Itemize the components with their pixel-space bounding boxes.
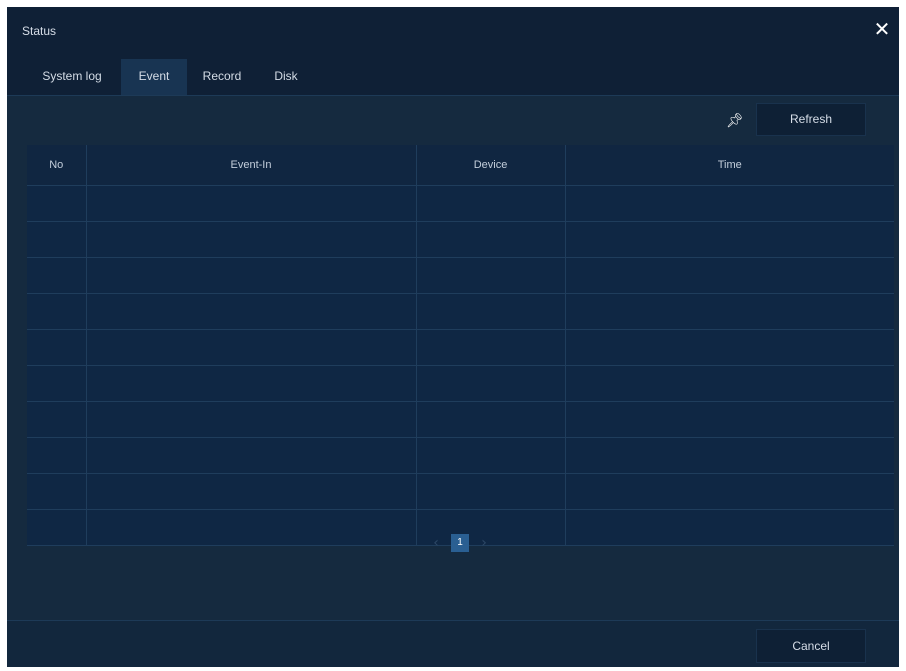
table-row[interactable] bbox=[27, 185, 894, 222]
table-cell bbox=[27, 257, 87, 294]
cancel-button[interactable]: Cancel bbox=[756, 629, 866, 663]
table-cell bbox=[27, 365, 87, 402]
table-cell bbox=[86, 437, 417, 474]
event-table: No Event-In Device Time bbox=[27, 145, 894, 546]
table-cell bbox=[565, 293, 894, 330]
table-cell bbox=[416, 221, 566, 258]
table-row[interactable] bbox=[27, 365, 894, 402]
chevron-left-icon[interactable]: ‹ bbox=[429, 532, 443, 554]
table-cell bbox=[416, 401, 566, 438]
table-cell bbox=[27, 473, 87, 510]
table-cell bbox=[565, 401, 894, 438]
table-cell bbox=[565, 257, 894, 294]
table-cell bbox=[565, 365, 894, 402]
table-row[interactable] bbox=[27, 293, 894, 330]
page-number[interactable]: 1 bbox=[451, 534, 469, 552]
table-cell bbox=[565, 221, 894, 258]
table-cell bbox=[416, 365, 566, 402]
table-row[interactable] bbox=[27, 401, 894, 438]
table-cell bbox=[86, 185, 417, 222]
table-cell bbox=[416, 185, 566, 222]
refresh-button[interactable]: Refresh bbox=[756, 103, 866, 136]
table-cell bbox=[86, 401, 417, 438]
table-cell bbox=[86, 293, 417, 330]
table-cell bbox=[565, 329, 894, 366]
table-cell bbox=[86, 365, 417, 402]
title-bar: Status ✕ bbox=[7, 7, 899, 59]
column-header-device[interactable]: Device bbox=[416, 145, 566, 186]
table-cell bbox=[27, 293, 87, 330]
table-header-row: No Event-In Device Time bbox=[27, 145, 894, 186]
close-icon[interactable]: ✕ bbox=[871, 18, 893, 40]
column-header-event-in[interactable]: Event-In bbox=[86, 145, 417, 186]
table-cell bbox=[416, 473, 566, 510]
table-cell bbox=[86, 257, 417, 294]
tab-record[interactable]: Record bbox=[189, 59, 255, 95]
tab-event[interactable]: Event bbox=[121, 59, 187, 95]
column-header-no[interactable]: No bbox=[27, 145, 87, 186]
tab-disk[interactable]: Disk bbox=[257, 59, 315, 95]
table-cell bbox=[565, 473, 894, 510]
table-cell bbox=[565, 185, 894, 222]
table-cell bbox=[86, 329, 417, 366]
table-row[interactable] bbox=[27, 257, 894, 294]
table-cell bbox=[27, 437, 87, 474]
table-cell bbox=[565, 437, 894, 474]
table-row[interactable] bbox=[27, 473, 894, 510]
table-cell bbox=[416, 293, 566, 330]
tab-bar: System log Event Record Disk bbox=[7, 59, 899, 96]
dialog-title: Status bbox=[22, 24, 57, 38]
table-row[interactable] bbox=[27, 329, 894, 366]
table-cell bbox=[86, 509, 417, 546]
table-cell bbox=[565, 509, 894, 546]
table-cell bbox=[27, 221, 87, 258]
table-cell bbox=[416, 257, 566, 294]
column-header-time[interactable]: Time bbox=[565, 145, 894, 186]
status-dialog: Status ✕ System log Event Record Disk 📌︎… bbox=[7, 7, 899, 667]
table-row[interactable] bbox=[27, 437, 894, 474]
tab-system-log[interactable]: System log bbox=[27, 59, 117, 95]
table-cell bbox=[27, 401, 87, 438]
table-row[interactable] bbox=[27, 221, 894, 258]
table-cell bbox=[416, 437, 566, 474]
table-cell bbox=[86, 221, 417, 258]
table-cell bbox=[86, 473, 417, 510]
table-cell bbox=[27, 509, 87, 546]
table-cell bbox=[27, 329, 87, 366]
chevron-right-icon[interactable]: › bbox=[477, 532, 491, 554]
table-cell bbox=[416, 329, 566, 366]
pin-icon[interactable]: 📌︎ bbox=[725, 111, 745, 131]
table-cell bbox=[27, 185, 87, 222]
